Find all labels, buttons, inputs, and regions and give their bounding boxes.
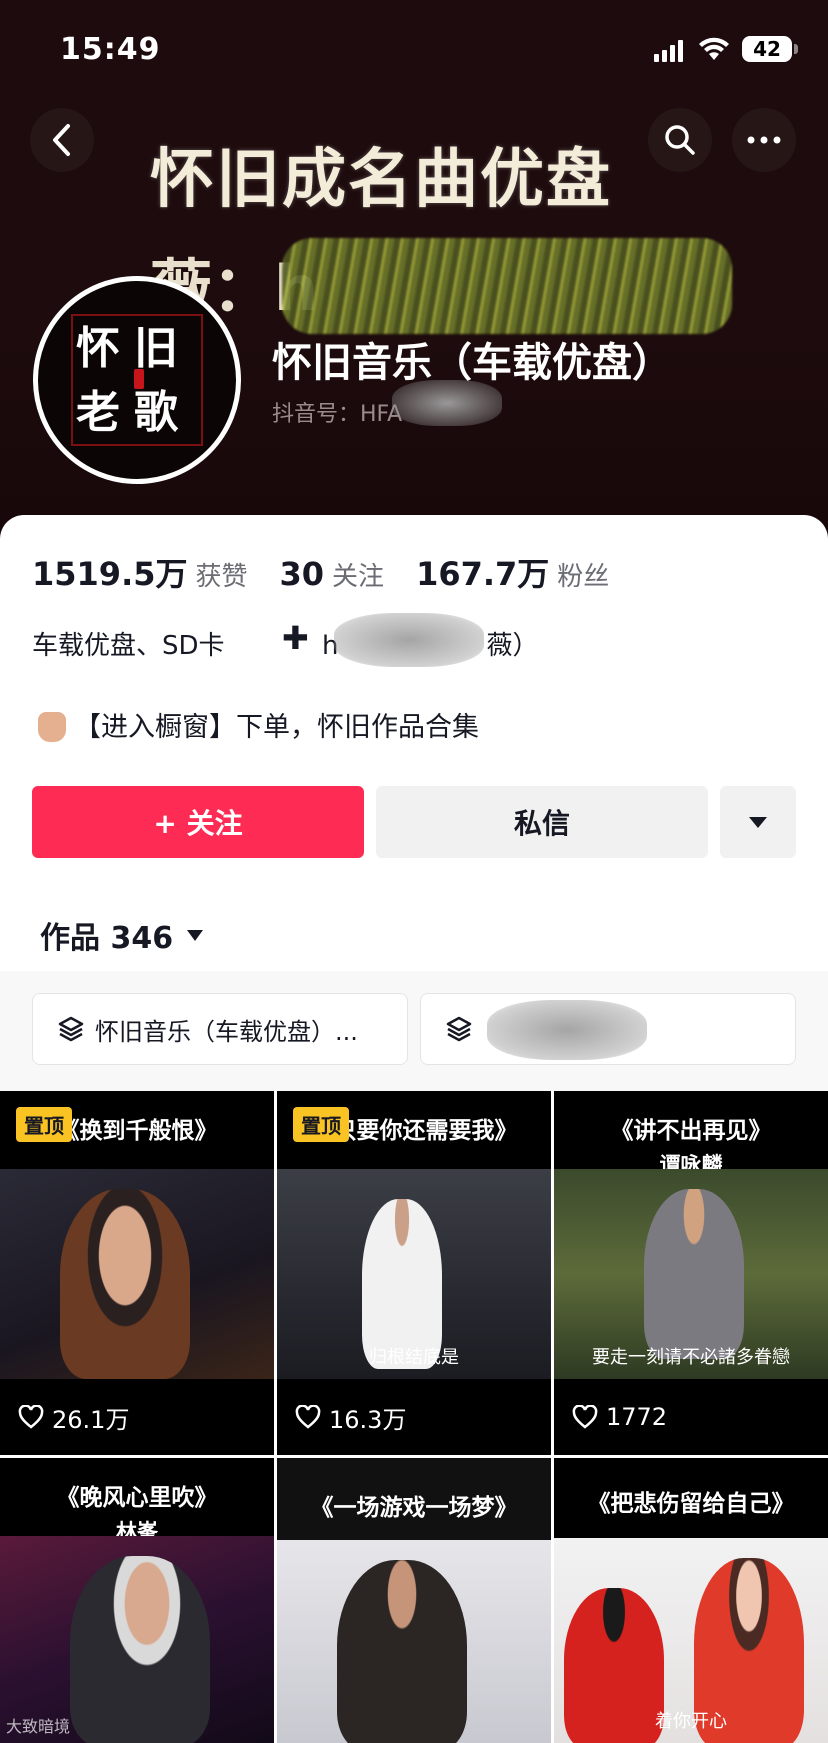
heart-icon [295, 1405, 321, 1429]
video-tile[interactable]: 置顶 《换到千般恨》 26.1万 [0, 1091, 274, 1455]
like-count: 26.1万 [52, 1405, 130, 1434]
profile-name: 怀旧音乐（车载优盘） [272, 340, 672, 386]
profile-page: 怀旧成名曲优盘 薇：h 15:49 42 怀旧老歌 怀旧音乐（车载优盘） 抖音号… [0, 0, 828, 1743]
redaction-blur [334, 613, 484, 667]
collections-bar: 怀旧音乐（车载优盘）... [0, 971, 828, 1091]
video-tile[interactable]: 《一场游戏一场梦》 [277, 1458, 551, 1743]
video-tile[interactable]: 《晚风心里吹》 林峯 大致暗境 [0, 1458, 274, 1743]
caret-down-icon [187, 929, 204, 941]
layers-icon [58, 1016, 84, 1042]
singer-figure [644, 1189, 744, 1359]
more-options-button[interactable] [732, 108, 796, 172]
recommend-dropdown-button[interactable] [720, 786, 796, 858]
heart-icon [572, 1405, 598, 1429]
status-time: 15:49 [60, 32, 161, 67]
like-count: 1772 [606, 1403, 668, 1431]
redaction-blur [392, 380, 502, 426]
collection-chip[interactable] [420, 993, 796, 1065]
singer-figure [70, 1556, 210, 1743]
following-count[interactable]: 30 [280, 555, 325, 593]
video-title: 《一场游戏一场梦》 [310, 1495, 518, 1521]
profile-id-text: 抖音号：HFA [272, 402, 403, 427]
back-button[interactable] [30, 108, 94, 172]
video-thumbnail: 要走一刻请不必諸多眷戀 [554, 1169, 828, 1379]
singer-figure [337, 1560, 467, 1743]
video-grid: 置顶 《换到千般恨》 26.1万 置顶 《只要你还需要我》 归根结底是 16.3… [0, 1091, 828, 1743]
video-header: 《把悲伤留给自己》 [554, 1458, 828, 1538]
redaction-blur [487, 1000, 647, 1060]
profile-id[interactable]: 抖音号：HFA [272, 396, 402, 428]
following-label[interactable]: 关注 [332, 556, 384, 593]
plus-icon: ✚ [282, 619, 309, 657]
layers-icon [446, 1016, 472, 1042]
video-thumbnail [0, 1536, 274, 1743]
avatar-seal-icon [134, 369, 144, 389]
search-icon [665, 125, 695, 155]
tab-works[interactable]: 作品 346 [40, 913, 204, 957]
video-stats: 1772 [554, 1379, 828, 1455]
heart-icon [18, 1405, 44, 1429]
cellular-signal-icon [654, 38, 684, 62]
video-thumbnail [0, 1169, 274, 1379]
video-subtitle: 着你开心 [655, 1711, 727, 1732]
chevron-left-icon [53, 124, 70, 156]
video-subtitle: 归根结底是 [369, 1347, 459, 1368]
collection-label: 怀旧音乐（车载优盘）... [95, 1017, 358, 1046]
follow-button[interactable]: + 关注 [32, 786, 364, 858]
video-title: 《晚风心里吹》 [56, 1485, 218, 1511]
singer-figure [60, 1189, 190, 1379]
video-subtitle: 要走一刻请不必諸多眷戀 [592, 1347, 790, 1368]
video-header: 《讲不出再见》 谭咏麟 [554, 1091, 828, 1177]
bio-line-2-text: 【进入橱窗】下单，怀旧作品合集 [74, 712, 479, 743]
profile-stats: 1519.5万 获赞 30 关注 167.7万 粉丝 [32, 549, 641, 595]
avatar[interactable]: 怀旧老歌 [33, 276, 241, 484]
more-dots-icon [747, 136, 781, 144]
video-thumbnail [277, 1540, 551, 1743]
video-header: 《晚风心里吹》 林峯 [0, 1458, 274, 1544]
triangle-down-icon [749, 816, 767, 828]
battery-indicator: 42 [742, 36, 798, 62]
likes-label: 获赞 [195, 562, 248, 592]
pinned-badge: 置顶 [16, 1107, 72, 1142]
video-thumbnail: 归根结底是 [277, 1169, 551, 1379]
bio-line-2[interactable]: 【进入橱窗】下单，怀旧作品合集 [38, 705, 479, 744]
video-stats: 26.1万 [0, 1379, 274, 1455]
message-button[interactable]: 私信 [376, 786, 708, 858]
watermark: 大致暗境 [6, 1717, 71, 1736]
video-stats: 16.3万 [277, 1379, 551, 1455]
works-tab-label: 作品 346 [40, 921, 174, 956]
pinned-badge: 置顶 [293, 1107, 349, 1142]
status-bar: 15:49 42 [0, 0, 828, 96]
pointing-hand-icon [38, 712, 66, 742]
video-tile[interactable]: 《把悲伤留给自己》 着你开心 [554, 1458, 828, 1743]
wifi-icon [699, 37, 729, 60]
like-count: 16.3万 [329, 1405, 407, 1434]
bio-line-1: 车载优盘、SD卡 [32, 631, 225, 661]
video-tile[interactable]: 《讲不出再见》 谭咏麟 要走一刻请不必諸多眷戀 1772 [554, 1091, 828, 1455]
collection-chip[interactable]: 怀旧音乐（车载优盘）... [32, 993, 408, 1065]
video-title: 《把悲伤留给自己》 [587, 1491, 795, 1517]
video-thumbnail: 着你开心 [554, 1538, 828, 1743]
likes-count: 1519.5万 [32, 555, 188, 593]
followers-count[interactable]: 167.7万 [416, 549, 549, 595]
video-tile[interactable]: 置顶 《只要你还需要我》 归根结底是 16.3万 [277, 1091, 551, 1455]
video-header: 《一场游戏一场梦》 [277, 1458, 551, 1540]
video-title: 《讲不出再见》 [610, 1118, 772, 1144]
profile-card: 1519.5万 获赞 30 关注 167.7万 粉丝 车载优盘、SD卡 ✚ h薇… [0, 515, 828, 1743]
redaction-scribble [282, 238, 732, 334]
search-button[interactable] [648, 108, 712, 172]
banner-title: 怀旧成名曲优盘 [150, 143, 612, 217]
followers-label[interactable]: 粉丝 [557, 556, 609, 593]
bio-contact-suffix: 薇） [486, 631, 539, 661]
